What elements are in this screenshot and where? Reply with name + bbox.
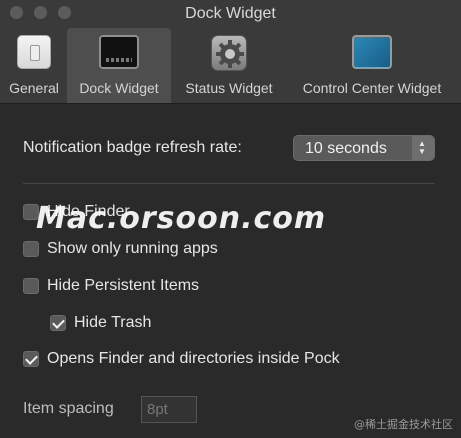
preferences-window: Dock Widget General Dock Widget Status W… <box>0 0 461 438</box>
tab-bar: General Dock Widget Status Widget Contro… <box>0 28 461 103</box>
checkbox[interactable] <box>23 278 39 294</box>
tab-label: Dock Widget <box>79 80 159 96</box>
checkbox-checked[interactable] <box>50 315 66 331</box>
show-running-apps-checkbox[interactable]: Show only running apps <box>23 238 218 260</box>
tab-label: General <box>9 80 59 96</box>
refresh-rate-select[interactable]: 10 seconds ▲ ▼ <box>293 135 435 161</box>
chevron-down-icon: ▼ <box>418 147 426 156</box>
hide-trash-checkbox[interactable]: Hide Trash <box>50 312 151 334</box>
checkbox[interactable] <box>23 241 39 257</box>
watermark: Mac.orsoon.com <box>36 201 327 236</box>
tab-label: Control Center Widget <box>302 80 442 96</box>
toolbar: Dock Widget General Dock Widget Status W… <box>0 0 461 104</box>
checkbox-label: Hide Persistent Items <box>47 277 200 294</box>
refresh-rate-row: Notification badge refresh rate: 10 seco… <box>23 135 435 161</box>
tab-general[interactable]: General <box>0 28 68 103</box>
checkbox-label: Opens Finder and directories inside Pock <box>47 350 340 367</box>
item-spacing-label: Item spacing <box>23 400 114 417</box>
refresh-rate-label: Notification badge refresh rate: <box>23 139 242 156</box>
tab-status-widget[interactable]: Status Widget <box>173 28 285 103</box>
gear-icon <box>211 35 247 71</box>
checkbox-label: Hide Trash <box>74 314 152 331</box>
checkbox-checked[interactable] <box>23 351 39 367</box>
tab-dock-widget[interactable]: Dock Widget <box>67 28 171 103</box>
control-center-icon <box>352 35 392 69</box>
hide-persistent-items-checkbox[interactable]: Hide Persistent Items <box>23 275 199 297</box>
tab-control-center-widget[interactable]: Control Center Widget <box>287 28 457 103</box>
divider <box>23 183 435 184</box>
settings-panel: Notification badge refresh rate: 10 seco… <box>0 105 461 438</box>
refresh-rate-value: 10 seconds <box>305 140 387 157</box>
tab-label: Status Widget <box>185 80 273 96</box>
select-stepper[interactable]: ▲ ▼ <box>412 136 434 160</box>
credit-watermark: @稀土掘金技术社区 <box>354 418 453 431</box>
checkbox-label: Show only running apps <box>47 240 218 257</box>
dock-widget-icon <box>99 35 139 69</box>
opens-finder-inside-pock-checkbox[interactable]: Opens Finder and directories inside Pock <box>23 348 340 370</box>
item-spacing-input[interactable]: 8pt <box>141 396 197 423</box>
window-title: Dock Widget <box>185 5 276 22</box>
general-icon <box>17 35 51 69</box>
